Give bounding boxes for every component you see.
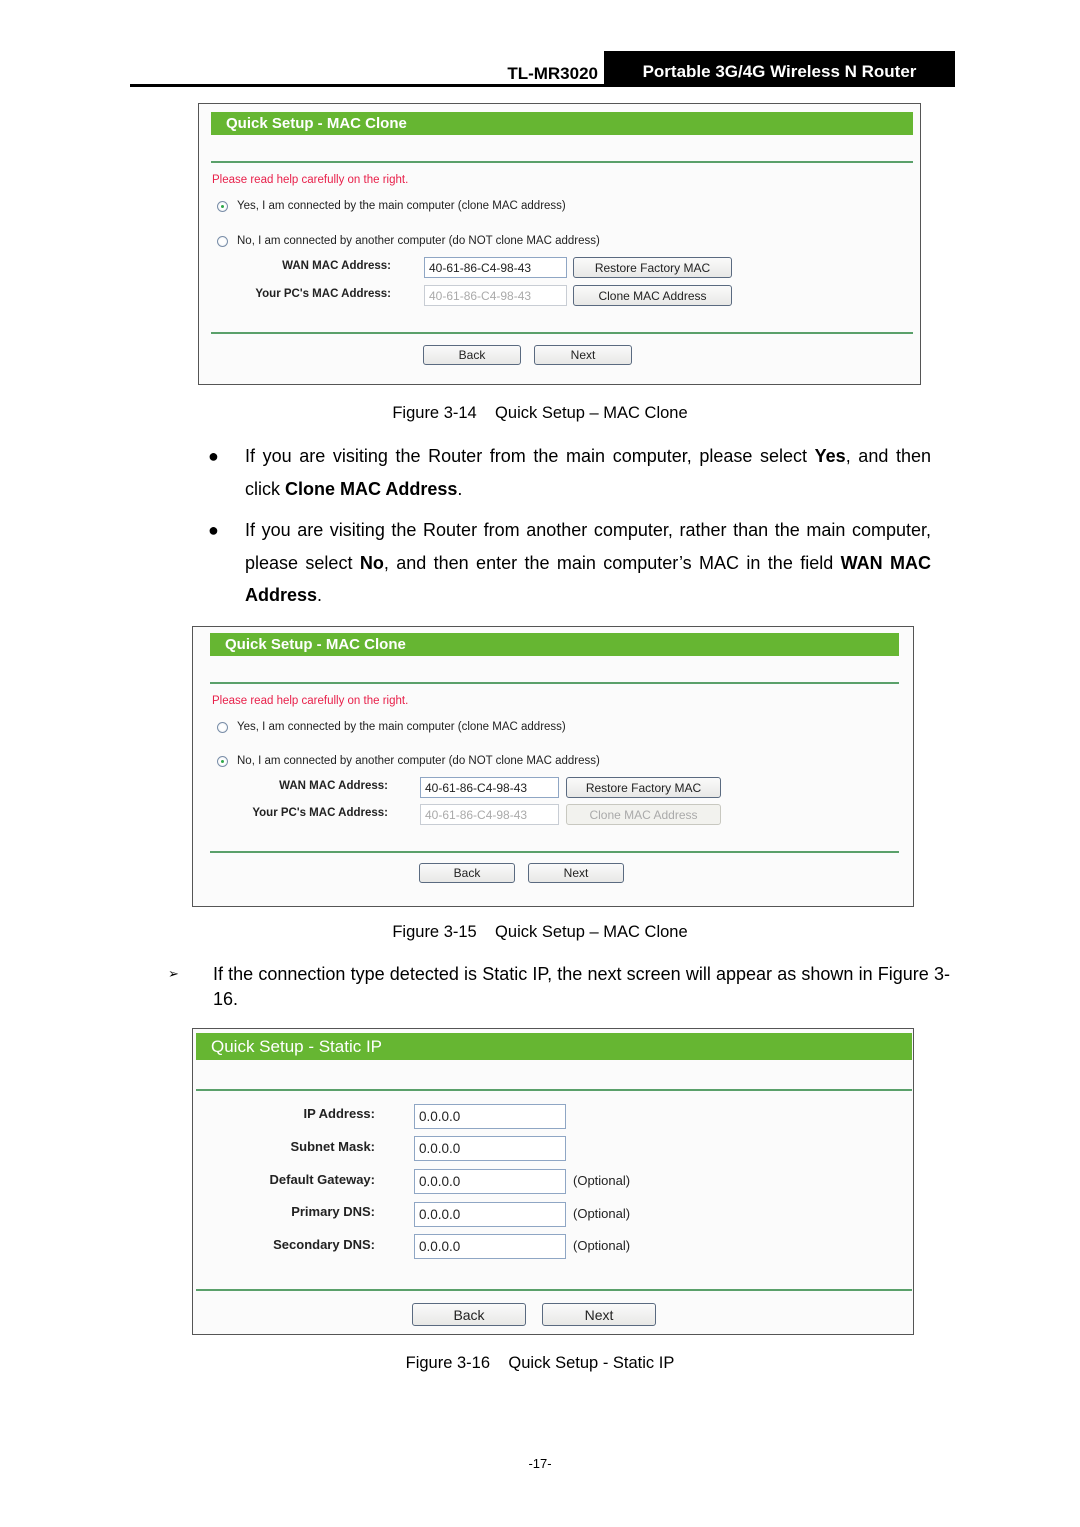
- default-gateway-optional: (Optional): [573, 1173, 631, 1188]
- pc-mac-label: Your PC's MAC Address:: [255, 288, 391, 300]
- page-number: -17-: [528, 1456, 552, 1471]
- b2-text-post: .: [317, 585, 323, 605]
- radio-no[interactable]: [217, 235, 228, 247]
- radio-yes-row[interactable]: Yes, I am connected by the main computer…: [217, 200, 566, 212]
- panel-title: Quick Setup - Static IP: [196, 1033, 912, 1060]
- header-model: TL-MR3020: [507, 64, 598, 83]
- clone-mac-address-button: Clone MAC Address: [566, 804, 721, 825]
- ip-address-input[interactable]: 0.0.0.0: [414, 1104, 566, 1129]
- secondary-dns-label: Secondary DNS:: [273, 1237, 375, 1252]
- divider-top: [211, 161, 913, 163]
- pc-mac-label: Your PC's MAC Address:: [252, 807, 388, 819]
- header-rule: [130, 84, 955, 87]
- figure-3-14-panel: Quick Setup - MAC Clone Please read help…: [198, 103, 921, 385]
- default-gateway-label: Default Gateway:: [269, 1172, 375, 1187]
- b1-bold-clone: Clone MAC Address: [285, 478, 458, 499]
- primary-dns-label: Primary DNS:: [291, 1204, 375, 1219]
- panel-title: Quick Setup - MAC Clone: [211, 112, 913, 135]
- figure-3-16-caption: Figure 3-16 Quick Setup - Static IP: [405, 1354, 675, 1372]
- radio-yes-label: Yes, I am connected by the main computer…: [237, 721, 566, 733]
- secondary-dns-optional: (Optional): [573, 1238, 631, 1253]
- divider-bottom: [210, 851, 899, 853]
- radio-no-label: No, I am connected by another computer (…: [237, 235, 600, 247]
- b2-bold-no: No: [359, 552, 384, 573]
- secondary-dns-input[interactable]: 0.0.0.0: [414, 1234, 566, 1259]
- next-button[interactable]: Next: [528, 863, 624, 883]
- arrow-bullet-icon: ➢: [168, 966, 179, 981]
- back-button[interactable]: Back: [412, 1303, 526, 1326]
- ip-address-label: IP Address:: [303, 1106, 375, 1121]
- pc-mac-input: 40-61-86-C4-98-43: [424, 285, 567, 306]
- radio-yes-row[interactable]: Yes, I am connected by the main computer…: [217, 721, 566, 733]
- help-warning: Please read help carefully on the right.: [212, 695, 409, 707]
- radio-yes[interactable]: [217, 200, 228, 212]
- help-warning: Please read help carefully on the right.: [212, 174, 409, 186]
- b1-bold-yes: Yes: [814, 446, 846, 466]
- divider-top: [196, 1089, 912, 1091]
- back-button[interactable]: Back: [419, 863, 515, 883]
- subnet-mask-label: Subnet Mask:: [290, 1139, 375, 1154]
- back-button[interactable]: Back: [423, 345, 521, 365]
- primary-dns-input[interactable]: 0.0.0.0: [414, 1202, 566, 1227]
- header-product: Portable 3G/4G Wireless N Router: [604, 51, 955, 86]
- bullet-dot-1: ●: [208, 446, 219, 466]
- divider-top: [210, 682, 899, 684]
- subnet-mask-input[interactable]: 0.0.0.0: [414, 1136, 566, 1161]
- next-button[interactable]: Next: [534, 345, 632, 365]
- radio-yes-label: Yes, I am connected by the main computer…: [237, 200, 566, 212]
- panel-title: Quick Setup - MAC Clone: [210, 633, 899, 656]
- wan-mac-input[interactable]: 40-61-86-C4-98-43: [424, 257, 567, 278]
- radio-yes[interactable]: [217, 721, 228, 733]
- figure-3-14-caption: Figure 3-14 Quick Setup – MAC Clone: [392, 404, 688, 422]
- radio-no[interactable]: [217, 755, 228, 767]
- radio-no-row[interactable]: No, I am connected by another computer (…: [217, 755, 600, 767]
- wan-mac-input[interactable]: 40-61-86-C4-98-43: [420, 777, 559, 798]
- wan-mac-label: WAN MAC Address:: [279, 780, 388, 792]
- bullet-paragraph-2: If you are visiting the Router from anot…: [245, 514, 931, 612]
- radio-no-label: No, I am connected by another computer (…: [237, 755, 600, 767]
- figure-3-16-panel: Quick Setup - Static IP IP Address: 0.0.…: [192, 1028, 914, 1335]
- radio-no-row[interactable]: No, I am connected by another computer (…: [217, 235, 600, 247]
- figure-3-15-caption: Figure 3-15 Quick Setup – MAC Clone: [392, 923, 688, 941]
- b1-text-pre: If you are visiting the Router from the …: [245, 446, 815, 466]
- restore-factory-mac-button[interactable]: Restore Factory MAC: [573, 257, 732, 278]
- primary-dns-optional: (Optional): [573, 1206, 631, 1221]
- bullet-paragraph-1: If you are visiting the Router from the …: [245, 440, 931, 505]
- figure-3-15-panel: Quick Setup - MAC Clone Please read help…: [192, 626, 914, 907]
- clone-mac-address-button[interactable]: Clone MAC Address: [573, 285, 732, 306]
- restore-factory-mac-button[interactable]: Restore Factory MAC: [566, 777, 721, 798]
- default-gateway-input[interactable]: 0.0.0.0: [414, 1169, 566, 1194]
- divider-bottom: [211, 332, 913, 334]
- bullet-dot-2: ●: [208, 520, 219, 540]
- pc-mac-input: 40-61-86-C4-98-43: [420, 804, 559, 825]
- b2-text-mid: , and then enter the main computer’s MAC…: [383, 552, 841, 573]
- next-button[interactable]: Next: [542, 1303, 656, 1326]
- arrow-paragraph: If the connection type detected is Stati…: [213, 964, 950, 1009]
- divider-bottom: [196, 1289, 912, 1291]
- wan-mac-label: WAN MAC Address:: [282, 260, 391, 272]
- b1-text-post: .: [457, 478, 463, 499]
